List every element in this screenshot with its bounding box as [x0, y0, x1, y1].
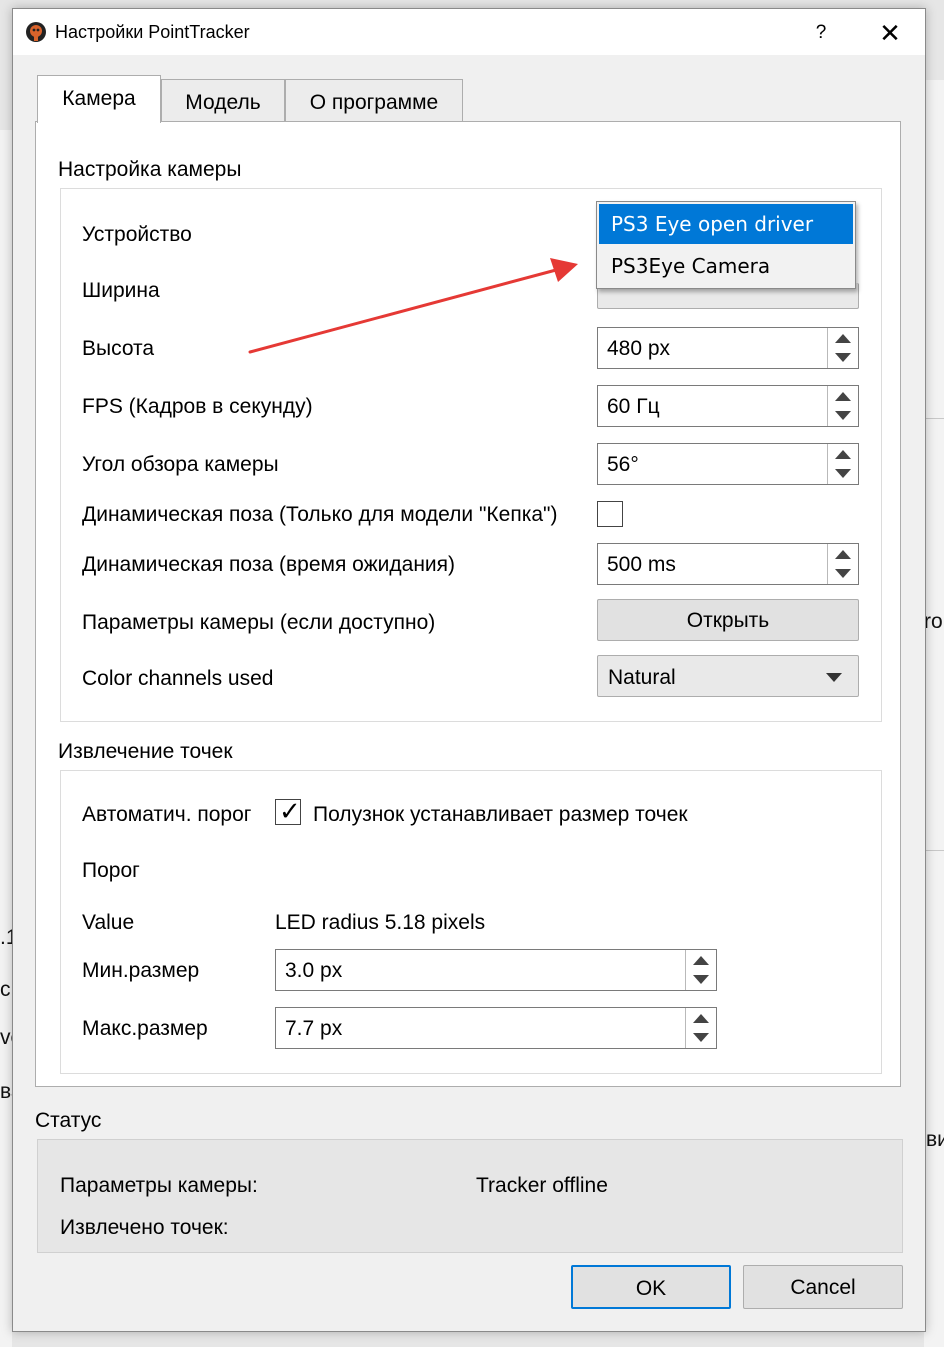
spin-down-icon[interactable]: [686, 970, 716, 990]
spin-up-icon[interactable]: [828, 328, 858, 348]
camera-params-status-label: Параметры камеры:: [60, 1174, 258, 1197]
background-window-left: [0, 130, 12, 1347]
min-size-spinbox[interactable]: 3.0 px: [275, 949, 717, 991]
min-size-label: Мин.размер: [82, 959, 200, 982]
status-title: Статус: [35, 1109, 102, 1132]
value-label: Value: [82, 911, 135, 934]
dynamic-pose-label: Динамическая поза (Только для модели "Ке…: [82, 503, 558, 526]
fov-spin-arrows: [827, 444, 858, 484]
max-size-spinbox[interactable]: 7.7 px: [275, 1007, 717, 1049]
height-label: Высота: [82, 337, 155, 360]
height-spin-arrows: [827, 328, 858, 368]
spin-down-icon[interactable]: [828, 464, 858, 484]
min-spin-arrows: [685, 950, 716, 990]
tab-camera[interactable]: Камера: [37, 75, 161, 123]
cancel-button[interactable]: Cancel: [743, 1265, 903, 1309]
spin-up-icon[interactable]: [828, 544, 858, 564]
tab-model[interactable]: Модель: [161, 79, 285, 123]
device-option[interactable]: PS3Eye Camera: [599, 246, 853, 286]
spin-down-icon[interactable]: [828, 348, 858, 368]
points-group-box: Автоматич. порог ✓ Полузнок устанавливае…: [60, 770, 882, 1074]
chevron-down-icon: [826, 673, 842, 682]
max-size-label: Макс.размер: [82, 1017, 208, 1040]
background-divider: [924, 418, 944, 419]
spin-down-icon[interactable]: [686, 1028, 716, 1048]
color-channels-value: Natural: [608, 666, 676, 689]
points-status-label: Извлечено точек:: [60, 1216, 229, 1239]
spin-down-icon[interactable]: [828, 406, 858, 426]
spin-up-icon[interactable]: [686, 950, 716, 970]
background-text: ro: [924, 610, 943, 633]
spin-up-icon[interactable]: [828, 386, 858, 406]
fov-label: Угол обзора камеры: [82, 453, 279, 476]
spin-up-icon[interactable]: [828, 444, 858, 464]
auto-threshold-text: Полузнок устанавливает размер точек: [313, 803, 688, 826]
color-channels-combo[interactable]: Natural: [597, 655, 859, 697]
auto-threshold-label: Автоматич. порог: [82, 803, 252, 826]
dynamic-pose-wait-label: Динамическая поза (время ожидания): [82, 553, 456, 576]
status-box: Параметры камеры: Tracker offline Извлеч…: [37, 1139, 903, 1253]
dynamic-pose-checkbox[interactable]: [597, 501, 623, 527]
device-dropdown-list: PS3 Eye open driver PS3Eye Camera: [596, 201, 856, 289]
ok-button[interactable]: OK: [571, 1265, 731, 1309]
camera-params-label: Параметры камеры (если доступно): [82, 611, 436, 634]
color-channels-label: Color channels used: [82, 667, 274, 690]
pointtracker-app-icon: [26, 22, 46, 42]
led-radius-text: LED radius 5.18 pixels: [275, 911, 486, 934]
device-label: Устройство: [82, 223, 192, 246]
max-size-value: 7.7 px: [285, 1017, 343, 1040]
max-spin-arrows: [685, 1008, 716, 1048]
fps-spinbox[interactable]: 60 Гц: [597, 385, 859, 427]
height-value: 480 px: [607, 337, 671, 360]
threshold-label: Порог: [82, 859, 140, 882]
spin-down-icon[interactable]: [828, 564, 858, 584]
fov-spinbox[interactable]: 56°: [597, 443, 859, 485]
background-divider: [924, 850, 944, 851]
open-camera-params-button[interactable]: Открыть: [597, 599, 859, 641]
fov-value: 56°: [607, 453, 639, 476]
spin-up-icon[interactable]: [686, 1008, 716, 1028]
height-spinbox[interactable]: 480 px: [597, 327, 859, 369]
camera-group-title: Настройка камеры: [58, 158, 242, 181]
auto-threshold-checkbox[interactable]: ✓: [275, 796, 301, 826]
background-text: ви: [926, 1128, 944, 1151]
device-option-selected[interactable]: PS3 Eye open driver: [599, 204, 853, 244]
tab-about[interactable]: О программе: [285, 79, 463, 123]
window-title: Настройки PointTracker: [55, 22, 250, 42]
dynamic-pose-wait-value: 500 ms: [607, 553, 676, 576]
dynamic-pose-wait-spinbox[interactable]: 500 ms: [597, 543, 859, 585]
width-label: Ширина: [82, 279, 160, 302]
checkmark-icon: ✓: [279, 796, 301, 826]
min-size-value: 3.0 px: [285, 959, 343, 982]
close-button[interactable]: ✕: [865, 17, 915, 49]
points-group-title: Извлечение точек: [58, 740, 233, 763]
wait-spin-arrows: [827, 544, 858, 584]
background-text: c: [0, 978, 11, 1001]
fps-label: FPS (Кадров в секунду): [82, 395, 313, 418]
title-bar: Настройки PointTracker ? ✕: [13, 9, 925, 55]
help-button[interactable]: ?: [803, 19, 839, 47]
fps-value: 60 Гц: [607, 395, 660, 418]
background-window-right: [924, 80, 944, 1347]
tracker-status-value: Tracker offline: [476, 1174, 608, 1197]
fps-spin-arrows: [827, 386, 858, 426]
